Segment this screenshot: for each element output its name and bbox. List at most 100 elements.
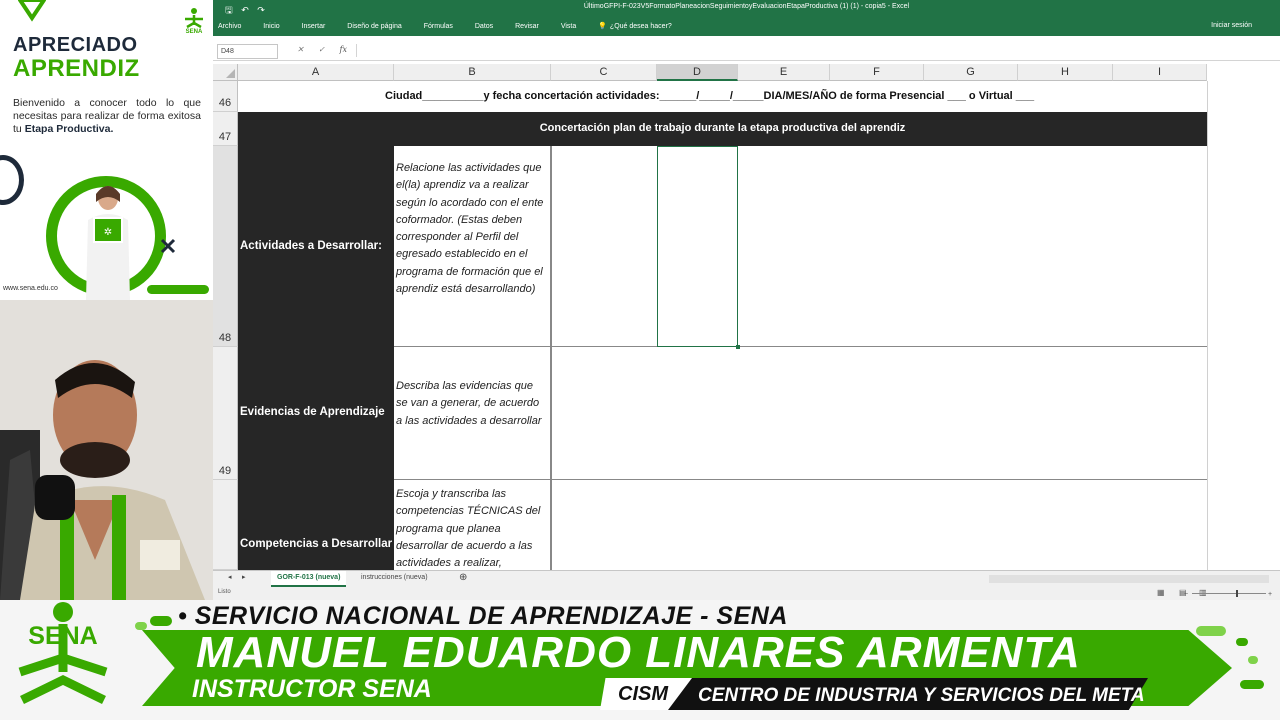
formula-bar: D48 ✕ ✓ fx — [213, 42, 1280, 61]
tab-formulas[interactable]: Fórmulas — [424, 23, 453, 30]
row-number: 46 — [218, 97, 232, 109]
cancel-icon[interactable]: ✕ — [297, 45, 304, 54]
tab-diseno-pagina[interactable]: Diseño de página — [347, 23, 402, 30]
decoration — [1236, 638, 1248, 646]
decoration — [135, 622, 147, 630]
tab-inicio[interactable]: Inicio — [263, 23, 279, 30]
logo-text: SENA — [28, 622, 97, 650]
grid-line — [551, 346, 1207, 347]
name-box[interactable]: D48 — [217, 44, 278, 59]
green-pill-decoration — [147, 285, 209, 294]
column-header-a[interactable]: A — [238, 64, 394, 81]
presenter-video — [0, 300, 213, 600]
tab-archivo[interactable]: Archivo — [218, 23, 241, 30]
add-sheet-icon[interactable]: ⊕ — [459, 572, 467, 583]
row-number: 49 — [218, 465, 232, 477]
row-header-50[interactable] — [213, 480, 238, 570]
window-title: ÚltimoGFPI-F-023V5FormatoPlaneacionSegui… — [583, 3, 910, 10]
desc-cell-actividades[interactable]: Relacione las actividades que el(la) apr… — [394, 146, 551, 347]
formula-input[interactable] — [356, 44, 1277, 57]
grid-empty-area — [1207, 81, 1280, 570]
org-name-text: SERVICIO NACIONAL DE APRENDIZAJE - SENA — [194, 602, 788, 630]
row-number: 48 — [218, 332, 232, 344]
tab-revisar[interactable]: Revisar — [515, 23, 539, 30]
label-cell-competencias[interactable]: Competencias a Desarrollar — [238, 480, 394, 570]
label-text: Evidencias de Aprendizaje — [240, 406, 385, 418]
section-header-text: Concertación plan de trabajo durante la … — [539, 122, 906, 134]
sheet-tabs-bar: ◂ ▸ GOR-F-013 (nueva) instrucciones (nue… — [213, 570, 1280, 588]
label-text: Actividades a Desarrollar: — [240, 240, 382, 252]
plus-decoration — [160, 238, 176, 254]
promo-intro-highlight: Etapa Productiva. — [24, 123, 114, 135]
row-header-48[interactable]: 48 — [213, 146, 238, 347]
center-code: CISM — [618, 683, 668, 705]
decoration — [1248, 656, 1258, 664]
status-bar: Listo ▦ ▤ ▥ − + — [213, 587, 1280, 600]
column-header-e[interactable]: E — [738, 64, 830, 81]
svg-text:SENA: SENA — [186, 29, 203, 34]
column-header-d[interactable]: D — [657, 64, 738, 81]
person-illustration: ✲ — [86, 186, 130, 300]
excel-window: 🖫 ↶ ↷ ÚltimoGFPI-F-023V5FormatoPlaneacio… — [213, 0, 1280, 600]
sheet-tab-instrucciones[interactable]: instrucciones (nueva) — [355, 571, 434, 585]
website-url: www.sena.edu.co — [3, 285, 58, 292]
webcam-feed — [0, 300, 213, 600]
sheet-tab-gor[interactable]: GOR-F-013 (nueva) — [271, 571, 347, 587]
column-header-g[interactable]: G — [924, 64, 1018, 81]
row46-city-date-text[interactable]: Ciudad__________y fecha concertación act… — [385, 90, 1034, 102]
svg-text:+: + — [1268, 591, 1272, 597]
label-text: Competencias a Desarrollar — [240, 538, 393, 550]
select-all-corner[interactable] — [213, 64, 238, 81]
normal-view-icon[interactable]: ▦ — [1157, 588, 1165, 597]
arc-decoration — [0, 155, 24, 205]
scroll-tabs-right-icon[interactable]: ▸ — [242, 573, 246, 581]
promo-panel: SENA APRECIADO APRENDIZ Bienvenido a con… — [0, 0, 213, 300]
decoration — [1240, 680, 1264, 689]
scroll-tabs-left-icon[interactable]: ◂ — [228, 573, 232, 581]
row-header-46[interactable]: 46 — [213, 81, 238, 112]
tab-insertar[interactable]: Insertar — [302, 23, 326, 30]
column-header-h[interactable]: H — [1018, 64, 1113, 81]
ribbon-tabs: Archivo Inicio Insertar Diseño de página… — [218, 22, 692, 30]
tab-vista[interactable]: Vista — [561, 23, 576, 30]
column-header-i[interactable]: I — [1113, 64, 1207, 81]
desc-cell-competencias[interactable]: Escoja y transcriba las competencias TÉC… — [394, 480, 551, 570]
row47-section-header[interactable]: Concertación plan de trabajo durante la … — [238, 112, 1207, 146]
lightbulb-icon: 💡 — [598, 23, 607, 30]
promo-title-line2: APRENDIZ — [13, 55, 140, 82]
presenter-role: INSTRUCTOR SENA — [192, 675, 432, 703]
triangle-decoration — [18, 0, 46, 22]
formula-buttons: ✕ ✓ fx — [297, 45, 359, 54]
promo-intro: Bienvenido a conocer todo lo que necesit… — [13, 97, 201, 136]
horizontal-scrollbar[interactable] — [989, 575, 1269, 583]
svg-text:−: − — [1184, 591, 1188, 597]
decoration — [150, 616, 172, 626]
decoration — [1196, 626, 1226, 636]
center-name: CENTRO DE INDUSTRIA Y SERVICIOS DEL META — [698, 685, 1145, 706]
row-number: 47 — [218, 131, 232, 143]
insert-function-button[interactable]: fx — [340, 45, 347, 54]
tab-datos[interactable]: Datos — [475, 23, 493, 30]
sena-logo-large: SENA — [18, 602, 108, 705]
row-header-49[interactable]: 49 — [213, 347, 238, 480]
org-name: • SERVICIO NACIONAL DE APRENDIZAJE - SEN… — [178, 602, 788, 630]
grid-line — [551, 479, 1207, 480]
selected-cell-d48[interactable] — [657, 146, 740, 349]
column-header-c[interactable]: C — [551, 64, 657, 81]
column-header-b[interactable]: B — [394, 64, 551, 81]
promo-title-line1: APRECIADO — [13, 34, 138, 56]
lower-third-banner: SENA • SERVICIO NACIONAL DE APRENDIZAJE … — [0, 600, 1280, 720]
excel-ribbon: 🖫 ↶ ↷ ÚltimoGFPI-F-023V5FormatoPlaneacio… — [213, 0, 1280, 36]
label-cell-actividades[interactable]: Actividades a Desarrollar: — [238, 146, 394, 347]
desc-cell-evidencias[interactable]: Describa las evidencias que se van a gen… — [394, 347, 551, 480]
label-cell-evidencias[interactable]: Evidencias de Aprendizaje — [238, 347, 394, 480]
column-header-f[interactable]: F — [830, 64, 924, 81]
enter-icon[interactable]: ✓ — [318, 45, 325, 54]
presenter-name: MANUEL EDUARDO LINARES ARMENTA — [196, 628, 1081, 677]
sena-logo-icon: SENA — [185, 8, 203, 34]
sign-in-link[interactable]: Iniciar sesión — [1211, 22, 1252, 29]
tell-me-box[interactable]: ¿Qué desea hacer? — [610, 23, 672, 30]
zoom-slider[interactable]: − + — [1184, 590, 1274, 597]
status-text: Listo — [218, 589, 231, 595]
row-header-47[interactable]: 47 — [213, 112, 238, 146]
